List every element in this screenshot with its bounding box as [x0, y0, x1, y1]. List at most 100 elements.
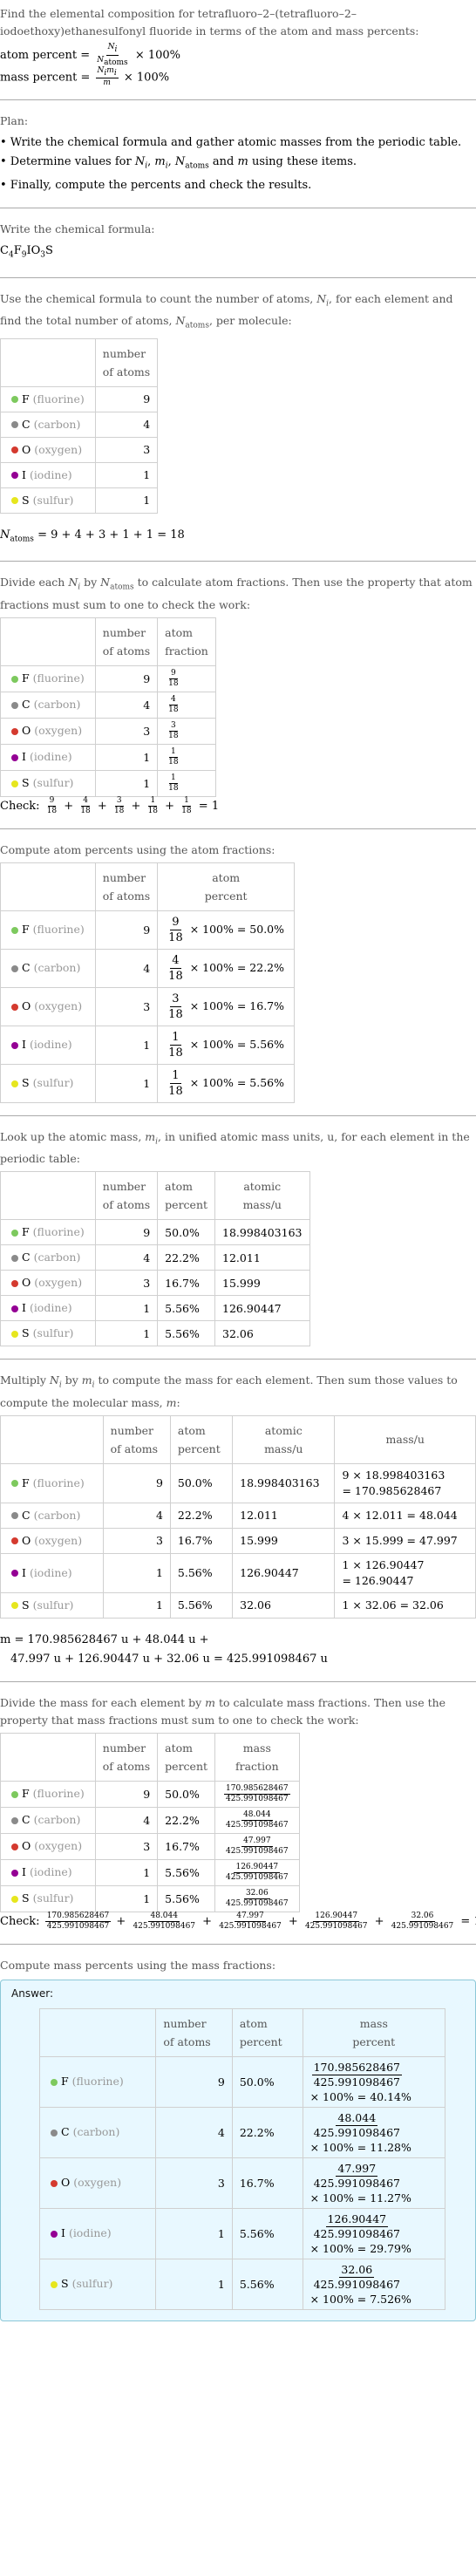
mass-percent-label: mass percent =	[0, 70, 91, 84]
element-color-dot-icon	[11, 1305, 18, 1312]
table-row: I (iodine) 1 5.56% 126.90447 425.991098467 × …	[38, 2207, 446, 2259]
element-cell: I (iodine)	[0, 1295, 96, 1322]
chemical-formula: C4F9IO3S	[0, 242, 476, 265]
element-color-dot-icon	[11, 926, 18, 934]
element-cell: F (fluorine)	[38, 2055, 157, 2108]
atom-count: 4	[94, 948, 159, 988]
header-atom-percent: atom percent	[169, 1414, 234, 1464]
element-color-dot-icon	[11, 1480, 18, 1488]
atom-count: 3	[94, 1832, 159, 1860]
element-cell: O (oxygen)	[0, 1270, 96, 1297]
element-cell: C (carbon)	[38, 2106, 157, 2158]
plan-item: • Finally, compute the percents and chec…	[0, 178, 312, 192]
mass-fraction: 48.044 425.991098467	[214, 1806, 300, 1834]
header-number-of-atoms: number of atoms	[94, 617, 159, 666]
mass-instructions: Multiply Ni by mi to compute the mass fo…	[0, 1373, 458, 1409]
plan-section: Plan: • Write the chemical formula and g…	[0, 100, 476, 208]
mass-percent-calc: 47.997 425.991098467 × 100% = 11.27%	[302, 2157, 446, 2209]
mass-fraction: 126.90447 425.991098467	[214, 1858, 300, 1886]
element-mass-calc: 1 × 32.06 = 32.06	[334, 1591, 476, 1619]
mass-percent-formula: mass percent = Nimi m × 100%	[0, 65, 476, 88]
element-name: (iodine)	[29, 467, 72, 481]
fraction-section: Divide each Ni by Natoms to calculate at…	[0, 562, 476, 828]
element-cell: F (fluorine)	[0, 664, 96, 692]
element-symbol: F	[22, 1225, 30, 1239]
atom-count: 3	[155, 2157, 233, 2209]
question-text: Find the elemental composition for tetra…	[0, 7, 419, 37]
count-section: Use the chemical formula to count the nu…	[0, 278, 476, 562]
atom-percent-calc: 4 18 × 100% = 22.2%	[157, 948, 296, 988]
element-name: (carbon)	[33, 1813, 81, 1827]
mass-fraction-section: Divide the mass for each element by m to…	[0, 1682, 476, 1944]
element-cell: C (carbon)	[0, 691, 96, 719]
element-color-dot-icon	[51, 2230, 58, 2238]
sum-line-2: 47.997 u + 126.90447 u + 32.06 u = 425.9…	[10, 1652, 328, 1666]
table-row: I (iodine) 1 1 18 × 100% = 5.56%	[0, 1025, 296, 1065]
atom-count: 1	[94, 1884, 159, 1912]
element-color-dot-icon	[11, 727, 18, 735]
atom-count: 9	[94, 1219, 159, 1246]
table-row: O (oxygen) 3 16.7% 15.999 3 × 15.999 = 47.99…	[0, 1527, 476, 1554]
table-row: O (oxygen) 3 3 18 × 100% = 16.7%	[0, 986, 296, 1026]
element-mass-calc: 9 × 18.998403163 = 170.985628467	[334, 1462, 476, 1503]
element-name: (oxygen)	[34, 1276, 83, 1290]
atom-percent-table: number of atoms atom percent F (fluorine) 9…	[0, 862, 296, 1103]
table-row: S (sulfur) 1 5.56% 32.06 425.991098467	[0, 1884, 300, 1912]
atomic-mass: 15.999	[214, 1270, 310, 1297]
atom-percent: 5.56%	[231, 2207, 303, 2259]
element-mass-calc: 3 × 15.999 = 47.997	[334, 1527, 476, 1554]
atomic-mass: 15.999	[232, 1527, 336, 1554]
atom-count: 4	[94, 411, 159, 438]
element-name: (carbon)	[33, 961, 81, 975]
atom-count: 1	[102, 1591, 171, 1619]
mass-percent-section: Compute mass percents using the mass fra…	[0, 1945, 476, 2334]
header-atom-percent: atom percent	[157, 1171, 216, 1221]
fraction-instructions: Divide each Ni by Natoms to calculate at…	[0, 576, 473, 611]
atomic-mass-instructions: Look up the atomic mass, mi, in unified …	[0, 1129, 470, 1166]
element-cell: C (carbon)	[0, 411, 96, 438]
element-cell: F (fluorine)	[0, 1462, 104, 1503]
atom-count: 1	[94, 1025, 159, 1065]
element-cell: O (oxygen)	[0, 986, 96, 1026]
element-color-dot-icon	[11, 396, 18, 404]
atom-percent: 16.7%	[157, 1270, 216, 1297]
element-name: (carbon)	[33, 1251, 81, 1264]
atom-count: 1	[94, 743, 159, 771]
answer-box: Answer: number of atoms atom percent mass p…	[0, 1979, 476, 2321]
table-row: I (iodine) 1 5.56% 126.90447	[0, 1295, 310, 1322]
element-symbol: O	[22, 724, 31, 738]
header-atom-fraction: atom fraction	[157, 617, 216, 666]
check-fraction: 1 18	[181, 795, 192, 815]
element-name: (sulfur)	[32, 493, 74, 507]
atom-percent: 16.7%	[231, 2157, 303, 2209]
table-row: S (sulfur) 1 5.56% 32.06 425.991098467 × 100%…	[38, 2258, 446, 2310]
header-number-of-atoms: number of atoms	[102, 1414, 171, 1464]
total-atoms: Natoms = 9 + 4 + 3 + 1 + 1 = 18	[0, 528, 185, 544]
mass-fraction-check: Check: 170.985628467 425.991098467 + 48.0…	[0, 1912, 476, 1932]
element-color-dot-icon	[11, 421, 18, 429]
formula-element: C	[0, 243, 9, 257]
table-row: O (oxygen) 3 16.7% 47.997 425.991098467	[0, 1832, 300, 1860]
table-row: F (fluorine) 9 50.0% 170.985628467 425.99109…	[38, 2055, 446, 2108]
fraction-table: number of atoms atom fraction F (fluorine)…	[0, 617, 216, 797]
table-row: C (carbon) 4	[0, 411, 159, 438]
element-name: (oxygen)	[34, 724, 83, 738]
element-name: (sulfur)	[32, 776, 74, 790]
element-color-dot-icon	[11, 701, 18, 709]
element-cell: F (fluorine)	[0, 1219, 96, 1246]
check-fraction: 32.06 425.991098467	[391, 1911, 454, 1931]
element-cell: S (sulfur)	[0, 1063, 96, 1103]
atom-percent: 5.56%	[231, 2258, 303, 2310]
plan-title: Plan:	[0, 114, 29, 128]
element-name: (fluorine)	[71, 2075, 124, 2089]
table-row: I (iodine) 1 5.56% 126.90447 425.991098467	[0, 1858, 300, 1886]
element-symbol: I	[22, 1301, 26, 1315]
mass-percent-fraction: Nimi m	[95, 65, 119, 88]
atomic-mass: 12.011	[214, 1244, 310, 1271]
atom-count: 3	[94, 436, 159, 463]
table-row: F (fluorine) 9 50.0% 170.985628467 425.99109…	[0, 1780, 300, 1808]
element-cell: S (sulfur)	[38, 2258, 157, 2310]
table-row: S (sulfur) 1 5.56% 32.06	[0, 1320, 310, 1347]
element-symbol: S	[22, 493, 30, 507]
atom-count: 9	[102, 1462, 171, 1503]
